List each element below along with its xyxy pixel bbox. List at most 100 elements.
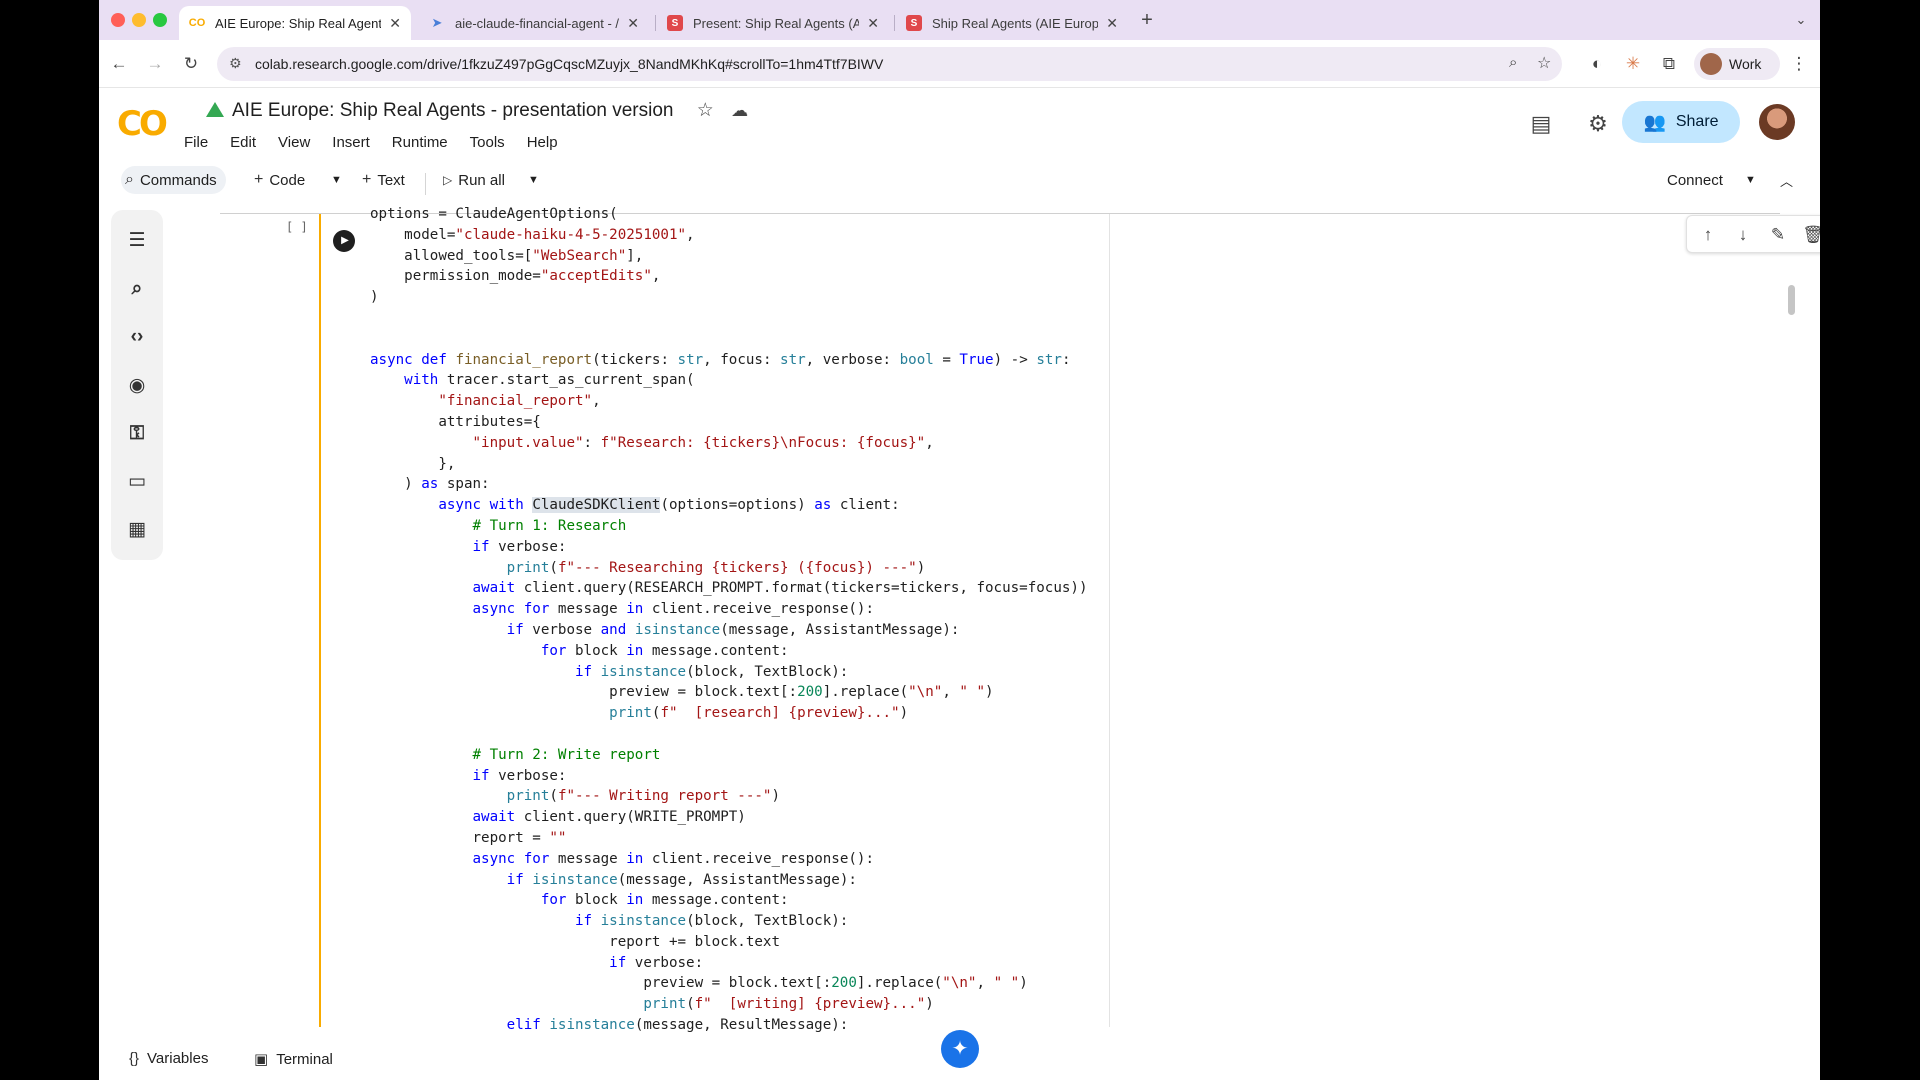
menu-edit[interactable]: Edit (225, 132, 261, 153)
profile-chip[interactable]: Work (1694, 48, 1780, 80)
code-cell[interactable]: [ ] ▶ options = ClaudeAgentOptions( mode… (220, 206, 1780, 1033)
tab-title: AIE Europe: Ship Real Agents (215, 15, 382, 31)
back-icon[interactable]: ← (109, 54, 129, 74)
tab-colab[interactable]: CO AIE Europe: Ship Real Agents ✕ (179, 6, 411, 40)
url-text[interactable]: colab.research.google.com/drive/1fkzuZ49… (255, 56, 883, 72)
run-cell-button[interactable]: ▶ (333, 230, 355, 252)
colab-logo[interactable]: CO (117, 104, 168, 144)
find-replace-icon[interactable]: ⌕ (124, 276, 150, 302)
notebook-title[interactable]: AIE Europe: Ship Real Agents - presentat… (206, 99, 748, 122)
people-icon: 👥 (1643, 111, 1666, 132)
commands-button[interactable]: ⌕ Commands (121, 166, 226, 194)
settings-gear-icon[interactable]: ⚙ (1585, 111, 1611, 137)
code-line: if verbose: (609, 954, 704, 971)
connect-button[interactable]: Connect (1667, 166, 1723, 194)
run-all-button[interactable]: ▷ Run all (443, 166, 505, 194)
code-line: await client.query(RESEARCH_PROMPT.forma… (472, 580, 1088, 597)
move-cell-up-icon[interactable]: ↑ (1697, 224, 1719, 246)
site-settings-icon[interactable]: ⚙ (229, 55, 242, 72)
notebook-title-text[interactable]: AIE Europe: Ship Real Agents - presentat… (232, 100, 673, 121)
run-all-dropdown-chevron-icon[interactable]: ▼ (528, 166, 539, 194)
code-line: async for message in client.receive_resp… (472, 601, 874, 618)
data-table-icon[interactable]: ▦ (124, 517, 150, 543)
drive-icon[interactable] (206, 102, 224, 117)
omnibox[interactable]: ⚙ colab.research.google.com/drive/1fkzuZ… (217, 47, 1562, 81)
tab-present-slides[interactable]: S Present: Ship Real Agents (AI ✕ (657, 6, 889, 40)
extensions-puzzle-icon[interactable]: ⧉ (1659, 54, 1679, 74)
code-line: }, (370, 455, 456, 472)
browser-menu-icon[interactable]: ⋮ (1789, 54, 1809, 74)
claude-extension-icon[interactable]: ✳ (1623, 54, 1643, 74)
close-tab-icon[interactable]: ✕ (1106, 15, 1118, 32)
tab-separator (894, 15, 895, 31)
close-window-button[interactable] (111, 13, 125, 27)
code-line: if verbose: (472, 767, 567, 784)
address-bar-row: ← → ↻ ⚙ colab.research.google.com/drive/… (99, 40, 1820, 88)
variables-button[interactable]: {} Variables (129, 1050, 208, 1067)
slides-favicon-icon: S (906, 15, 922, 31)
terminal-button[interactable]: ▣ Terminal (254, 1050, 333, 1069)
tab-separator (655, 15, 656, 31)
code-line: print(f" [writing] {preview}...") (643, 996, 934, 1013)
code-line: if isinstance(block, TextBlock): (575, 913, 849, 930)
share-button[interactable]: 👥 Share (1622, 101, 1740, 143)
menu-runtime[interactable]: Runtime (387, 132, 453, 153)
close-tab-icon[interactable]: ✕ (867, 15, 879, 32)
code-editor[interactable]: options = ClaudeAgentOptions( model="cla… (370, 204, 1088, 1036)
extension-icon[interactable]: ◐ (1587, 54, 1607, 74)
star-icon[interactable]: ☆ (697, 100, 714, 121)
comments-icon[interactable]: ▤ (1528, 111, 1554, 137)
tab-search-chevron-icon[interactable]: ⌄ (1791, 10, 1811, 30)
secrets-eye-icon[interactable]: ◉ (124, 373, 150, 399)
move-cell-down-icon[interactable]: ↓ (1732, 224, 1754, 246)
tab-strip: CO AIE Europe: Ship Real Agents ✕ ➤ aie-… (99, 0, 1820, 40)
reload-icon[interactable]: ↻ (181, 54, 201, 74)
scrollbar-thumb[interactable] (1788, 285, 1795, 315)
connect-dropdown-chevron-icon[interactable]: ▼ (1745, 166, 1756, 194)
menu-insert[interactable]: Insert (327, 132, 375, 153)
close-tab-icon[interactable]: ✕ (389, 15, 401, 32)
execution-count: [ ] (286, 220, 308, 234)
bookmark-star-icon[interactable]: ☆ (1537, 53, 1551, 73)
files-folder-icon[interactable]: ▭ (124, 469, 150, 495)
close-tab-icon[interactable]: ✕ (627, 15, 639, 32)
minimize-window-button[interactable] (132, 13, 146, 27)
code-line: if isinstance(message, AssistantMessage)… (506, 871, 857, 888)
menu-view[interactable]: View (273, 132, 315, 153)
edit-pencil-icon[interactable]: ✎ (1767, 224, 1789, 246)
profile-label: Work (1729, 56, 1762, 72)
tab-github[interactable]: ➤ aie-claude-financial-agent - / ✕ (419, 6, 649, 40)
zoom-icon[interactable]: ⌕ (1509, 54, 1517, 71)
cloud-icon[interactable]: ☁ (731, 101, 748, 120)
add-text-button[interactable]: + Text (362, 166, 405, 194)
code-line: model="claude-haiku-4-5-20251001", (370, 226, 695, 243)
terminal-icon: ▣ (254, 1051, 269, 1068)
code-line: preview = block.text[:200].replace("\n",… (370, 975, 1028, 992)
code-dropdown-chevron-icon[interactable]: ▼ (331, 166, 342, 194)
menu-file[interactable]: File (179, 132, 213, 153)
code-line: ​ (370, 329, 1088, 350)
delete-cell-icon[interactable]: 🗑 (1802, 224, 1820, 246)
code-snippets-icon[interactable]: ‹› (124, 324, 150, 350)
new-tab-icon[interactable]: + (1137, 10, 1157, 30)
menu-help[interactable]: Help (522, 132, 563, 153)
code-line: if verbose and isinstance(message, Assis… (506, 621, 960, 638)
gemini-sparkle-icon[interactable]: ✦ (941, 1030, 979, 1068)
colab-favicon-icon: CO (188, 17, 206, 29)
zoom-window-button[interactable] (153, 13, 167, 27)
code-line: ​ (370, 308, 1088, 329)
tab-slides[interactable]: S Ship Real Agents (AIE Europe ✕ (896, 6, 1128, 40)
key-icon[interactable]: ⚿ (124, 421, 150, 447)
table-of-contents-icon[interactable]: ☰ (124, 228, 150, 254)
terminal-label: Terminal (276, 1050, 333, 1068)
cell-toolbar: ↑ ↓ ✎ 🗑 ⋮ (1686, 215, 1820, 253)
tab-title: aie-claude-financial-agent - / (455, 15, 620, 31)
menu-tools[interactable]: Tools (465, 132, 510, 153)
connect-label: Connect (1667, 171, 1723, 189)
side-rail: ☰ ⌕ ‹› ◉ ⚿ ▭ ▦ (111, 210, 163, 560)
add-code-button[interactable]: + Code (254, 166, 305, 194)
code-line: for block in message.content: (540, 642, 789, 659)
collapse-header-chevron-icon[interactable]: ︿ (1780, 166, 1793, 194)
forward-icon[interactable]: → (145, 54, 165, 74)
account-avatar[interactable] (1759, 104, 1795, 140)
